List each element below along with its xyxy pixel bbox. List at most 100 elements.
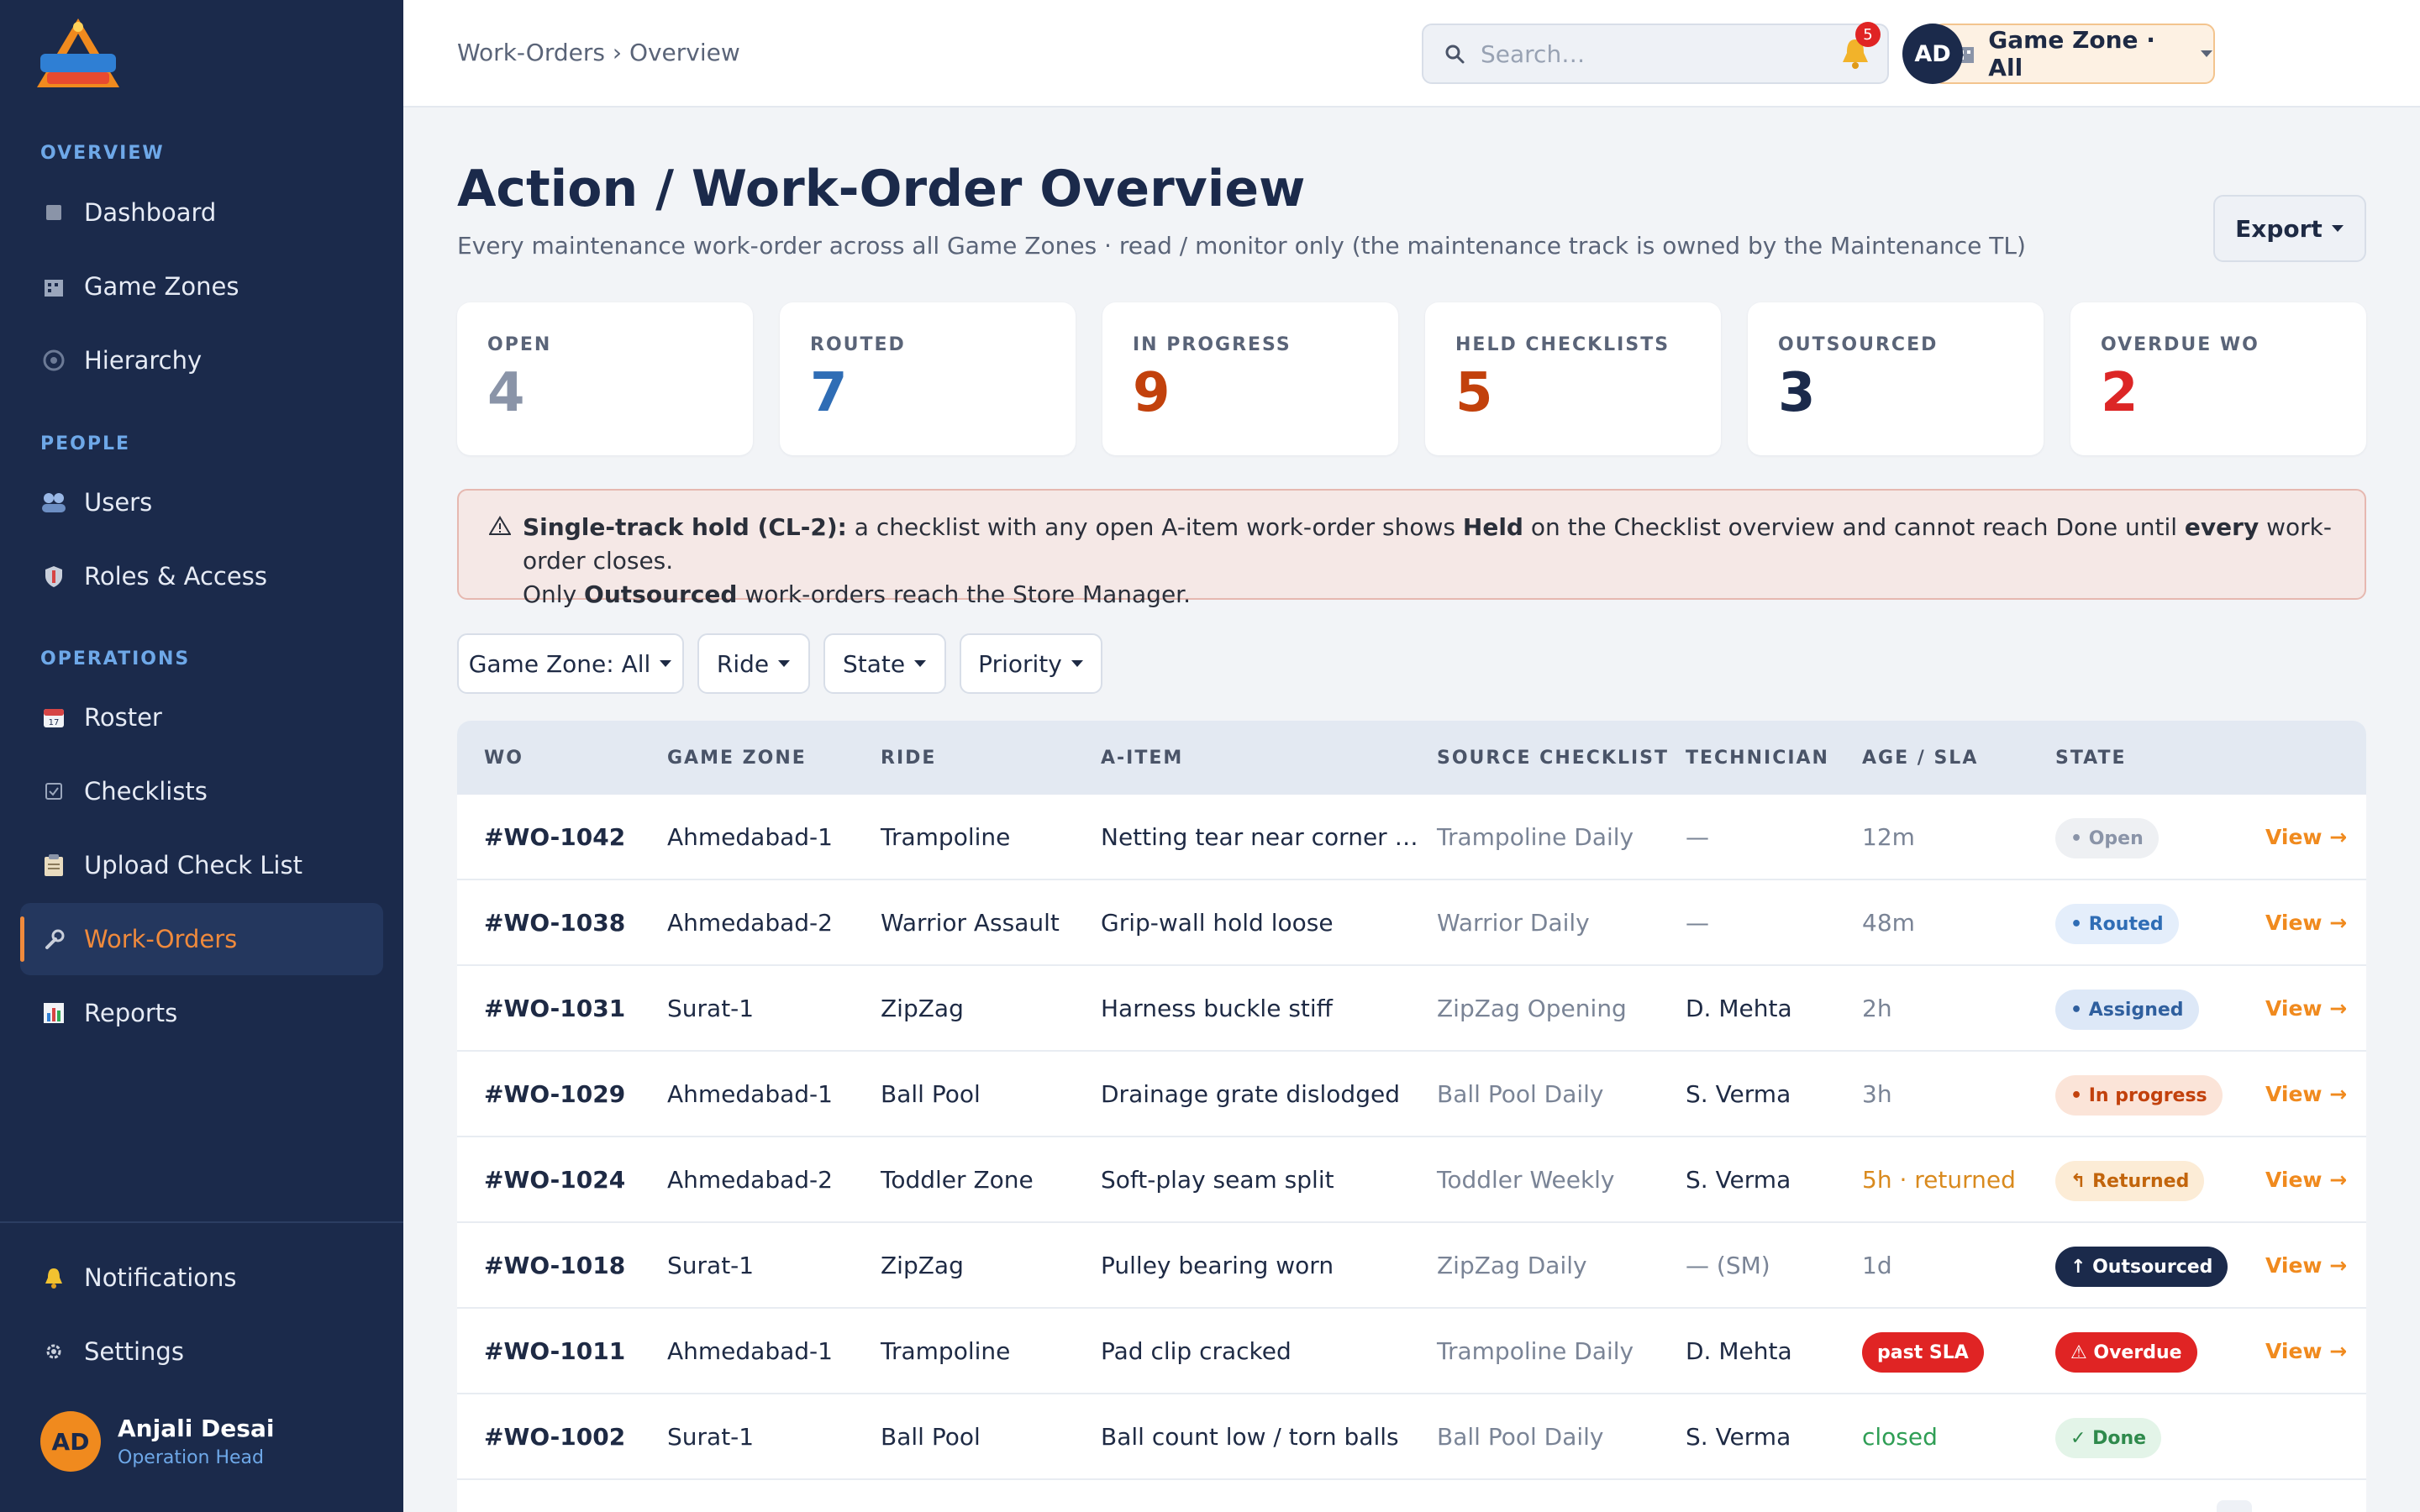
table-row[interactable]: #WO-1024 Ahmedabad-2 Toddler Zone Soft-p… — [457, 1137, 2366, 1223]
sidebar-item-reports[interactable]: Reports — [20, 977, 383, 1049]
cell-wo[interactable]: #WO-1042 — [484, 823, 625, 851]
game-zone-select[interactable]: Game Zone · All — [1933, 24, 2215, 84]
column-header-state[interactable]: STATE — [2055, 748, 2127, 769]
column-header-age-sla[interactable]: AGE / SLA — [1862, 748, 1978, 769]
users-icon — [40, 489, 67, 516]
cell-a-item: Pulley bearing worn — [1101, 1252, 1334, 1279]
column-header-game-zone[interactable]: GAME ZONE — [667, 748, 807, 769]
column-header-source-checklist[interactable]: SOURCE CHECKLIST — [1437, 748, 1669, 769]
sidebar-item-label: Dashboard — [84, 198, 217, 227]
cell-source-checklist: Ball Pool Daily — [1437, 1423, 1604, 1451]
user-profile[interactable]: AD Anjali Desai Operation Head — [40, 1411, 274, 1472]
view-link[interactable]: View → — [2265, 1253, 2347, 1278]
sidebar-item-label: Roles & Access — [84, 562, 267, 591]
topbar: Work-Orders › Overview Game Zone · All — [403, 0, 2420, 108]
cell-wo[interactable]: #WO-1031 — [484, 995, 625, 1022]
filter-game-zone[interactable]: Game Zone: All — [457, 633, 684, 694]
sidebar-item-notifications[interactable]: Notifications — [20, 1242, 383, 1314]
alert-bold: Outsourced — [584, 580, 738, 608]
search-input[interactable] — [1481, 39, 1867, 68]
building-icon — [40, 273, 67, 300]
stat-card-open[interactable]: OPEN 4 — [457, 302, 753, 455]
scroll-handle[interactable] — [2217, 1500, 2252, 1512]
sidebar-item-label: Settings — [84, 1337, 184, 1366]
sidebar-item-settings[interactable]: Settings — [20, 1315, 383, 1388]
sidebar-item-label: Work-Orders — [84, 925, 238, 953]
column-header-ride[interactable]: RIDE — [881, 748, 936, 769]
hierarchy-icon — [40, 347, 67, 374]
sidebar-item-game-zones[interactable]: Game Zones — [20, 250, 383, 323]
search-icon — [1445, 45, 1465, 64]
view-link[interactable]: View → — [2265, 825, 2347, 849]
chevron-down-icon — [914, 660, 927, 667]
cell-wo[interactable]: #WO-1011 — [484, 1337, 625, 1365]
sidebar-item-upload-checklist[interactable]: Upload Check List — [20, 829, 383, 901]
sla-badge: past SLA — [1862, 1332, 1984, 1373]
filter-ride[interactable]: Ride — [697, 633, 810, 694]
view-link[interactable]: View → — [2265, 1082, 2347, 1106]
sidebar-item-dashboard[interactable]: Dashboard — [20, 176, 383, 249]
cell-wo[interactable]: #WO-1029 — [484, 1080, 625, 1108]
table-row[interactable]: #WO-1042 Ahmedabad-1 Trampoline Netting … — [457, 795, 2366, 880]
sidebar-item-users[interactable]: Users — [20, 466, 383, 538]
stat-card-held-checklists[interactable]: HELD CHECKLISTS 5 — [1425, 302, 1721, 455]
view-link[interactable]: View → — [2265, 1168, 2347, 1192]
chevron-down-icon — [778, 660, 791, 667]
chevron-down-icon — [1071, 660, 1083, 667]
bell-icon — [40, 1264, 67, 1291]
cell-game-zone: Ahmedabad-1 — [667, 823, 833, 851]
stat-card-routed[interactable]: ROUTED 7 — [780, 302, 1076, 455]
column-header-wo[interactable]: WO — [484, 748, 523, 769]
wrench-icon — [40, 926, 67, 953]
cell-a-item: Ball count low / torn balls — [1101, 1423, 1399, 1451]
stat-label: OUTSOURCED — [1778, 334, 1939, 355]
sidebar-item-roles-access[interactable]: Roles & Access — [20, 540, 383, 612]
cell-technician: — (SM) — [1686, 1252, 1770, 1279]
table-row[interactable]: #WO-1029 Ahmedabad-1 Ball Pool Drainage … — [457, 1052, 2366, 1137]
table-row[interactable]: #WO-1031 Surat-1 ZipZag Harness buckle s… — [457, 966, 2366, 1052]
cell-ride: Trampoline — [881, 823, 1011, 851]
search-box[interactable] — [1422, 24, 1889, 84]
cell-wo[interactable]: #WO-1024 — [484, 1166, 625, 1194]
cell-a-item: Harness buckle stiff — [1101, 995, 1333, 1022]
sidebar-item-work-orders[interactable]: Work-Orders — [20, 903, 383, 975]
cell-technician: — — [1686, 823, 1709, 851]
cell-source-checklist: ZipZag Daily — [1437, 1252, 1587, 1279]
cell-a-item: Soft-play seam split — [1101, 1166, 1334, 1194]
stat-card-outsourced[interactable]: OUTSOURCED 3 — [1748, 302, 2044, 455]
table-row[interactable]: #WO-1038 Ahmedabad-2 Warrior Assault Gri… — [457, 880, 2366, 966]
view-link[interactable]: View → — [2265, 911, 2347, 935]
stat-card-overdue-wo[interactable]: OVERDUE WO 2 — [2070, 302, 2366, 455]
column-header-a-item[interactable]: A-ITEM — [1101, 748, 1183, 769]
cell-game-zone: Ahmedabad-1 — [667, 1337, 833, 1365]
cell-wo[interactable]: #WO-1038 — [484, 909, 625, 937]
cell-game-zone: Surat-1 — [667, 995, 755, 1022]
table-row[interactable]: #WO-1002 Surat-1 Ball Pool Ball count lo… — [457, 1394, 2366, 1480]
stat-card-in-progress[interactable]: IN PROGRESS 9 — [1102, 302, 1398, 455]
cell-age-sla: closed — [1862, 1423, 1938, 1451]
status-badge: ↰ Returned — [2055, 1161, 2205, 1201]
cell-ride: Toddler Zone — [881, 1166, 1034, 1194]
table-row[interactable]: #WO-1011 Ahmedabad-1 Trampoline Pad clip… — [457, 1309, 2366, 1394]
sidebar-item-label: Checklists — [84, 777, 208, 806]
view-link[interactable]: View → — [2265, 996, 2347, 1021]
app-logo[interactable] — [32, 15, 124, 92]
avatar[interactable]: AD — [1902, 24, 1963, 84]
status-badge: • Assigned — [2055, 990, 2199, 1030]
cell-wo[interactable]: #WO-1018 — [484, 1252, 625, 1279]
breadcrumb[interactable]: Work-Orders › Overview — [457, 39, 740, 66]
cell-wo[interactable]: #WO-1002 — [484, 1423, 625, 1451]
filter-priority[interactable]: Priority — [960, 633, 1102, 694]
cell-technician: S. Verma — [1686, 1423, 1791, 1451]
sidebar-item-hierarchy[interactable]: Hierarchy — [20, 324, 383, 396]
stat-label: IN PROGRESS — [1133, 334, 1292, 355]
sidebar-item-roster[interactable]: 17 Roster — [20, 681, 383, 753]
stat-value: 5 — [1455, 362, 1493, 424]
sidebar-item-checklists[interactable]: Checklists — [20, 755, 383, 827]
alert-bold: Held — [1462, 513, 1523, 541]
column-header-technician[interactable]: TECHNICIAN — [1686, 748, 1829, 769]
view-link[interactable]: View → — [2265, 1339, 2347, 1363]
export-button[interactable]: Export — [2213, 195, 2366, 262]
table-row[interactable]: #WO-1018 Surat-1 ZipZag Pulley bearing w… — [457, 1223, 2366, 1309]
filter-state[interactable]: State — [823, 633, 946, 694]
